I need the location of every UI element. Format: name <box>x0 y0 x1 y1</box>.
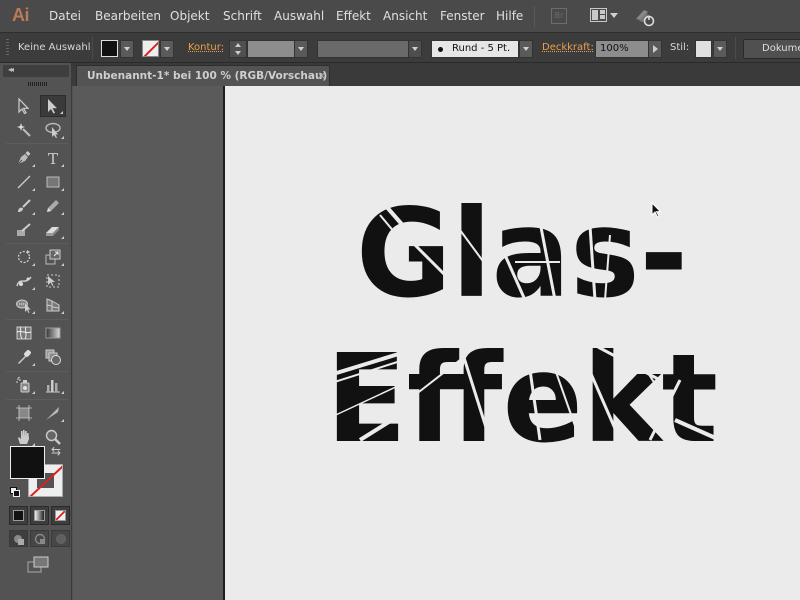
artwork-text-line-2[interactable]: Effekt <box>326 328 718 470</box>
fill-color-box[interactable] <box>10 446 45 479</box>
glas-effekt-text-group[interactable]: Glas- Effekt <box>324 183 721 470</box>
artwork-text-line-1[interactable]: Glas- <box>356 183 688 325</box>
artwork[interactable]: Glas- Effekt <box>0 0 800 600</box>
mouse-cursor-icon <box>651 202 662 218</box>
